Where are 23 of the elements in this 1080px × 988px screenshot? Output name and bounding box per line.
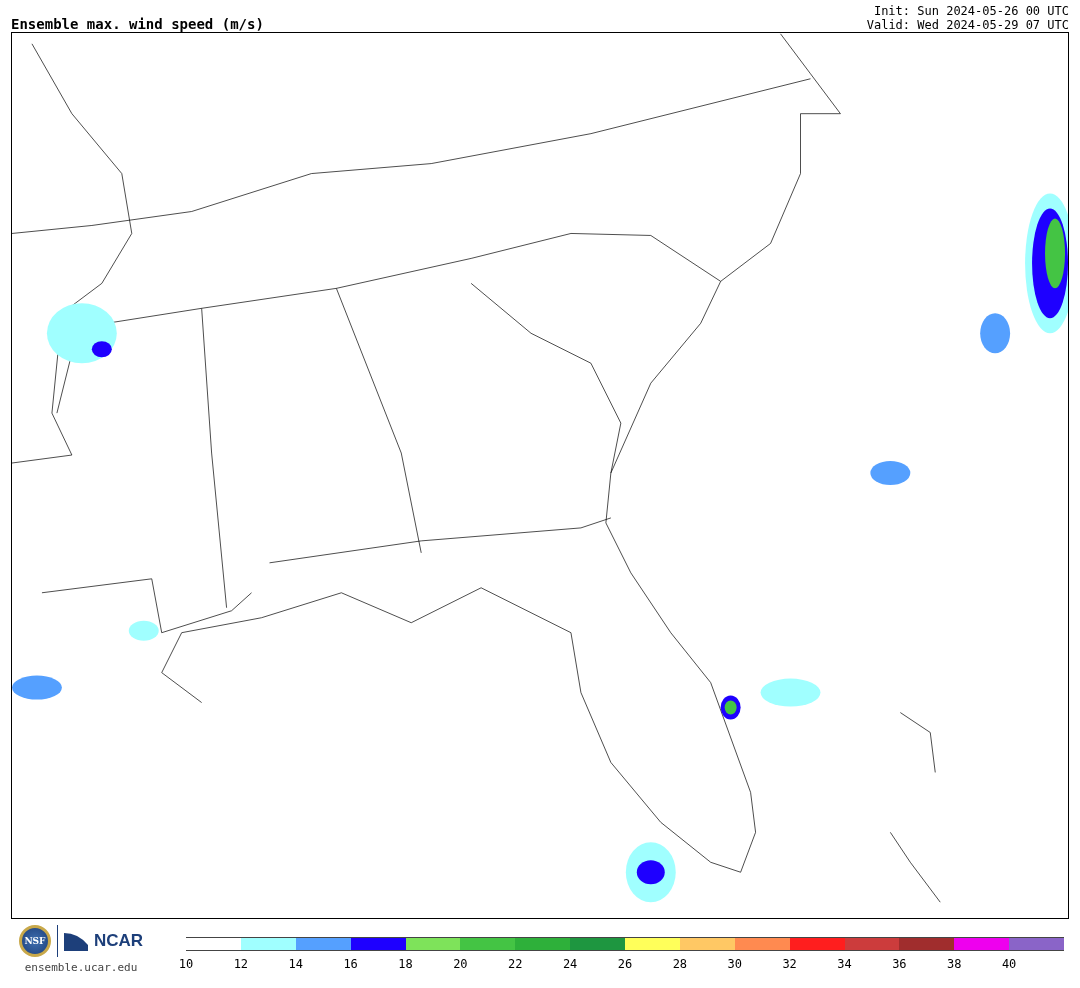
site-url: ensemble.ucar.edu: [24, 961, 138, 974]
valid-time: Valid: Wed 2024-05-29 07 UTC: [866, 18, 1069, 32]
colorbar-tick-label: 34: [837, 957, 852, 971]
nsf-logo: NSF: [18, 925, 51, 957]
colorbar-tick-label: 22: [508, 957, 523, 971]
colorbar-tick-label: 40: [1001, 957, 1017, 971]
ncar-logo-text: NCAR: [93, 931, 144, 951]
init-time: Init: Sun 2024-05-26 00 UTC: [873, 4, 1069, 18]
chart-title: Ensemble max. wind speed (m/s): [11, 16, 264, 32]
colorbar-tick-label: 32: [782, 957, 797, 971]
colorbar-tick-label: 14: [288, 957, 303, 971]
colorbar-tick-label: 12: [233, 957, 249, 971]
colorbar-tick-label: 10: [178, 957, 194, 971]
colorbar-tick-label: 36: [892, 957, 907, 971]
colorbar-tick-label: 38: [947, 957, 962, 971]
colorbar-tick-label: 30: [727, 957, 742, 971]
colorbar-tick-label: 16: [343, 957, 358, 971]
colorbar-tick-label: 24: [562, 957, 578, 971]
colorbar-tick-label: 18: [398, 957, 413, 971]
colorbar-tick-label: 28: [672, 957, 688, 971]
colorbar-tick-label: 26: [617, 957, 633, 971]
ncar-logo-icon: [63, 931, 88, 951]
colorbar-tick-label: 20: [453, 957, 468, 971]
